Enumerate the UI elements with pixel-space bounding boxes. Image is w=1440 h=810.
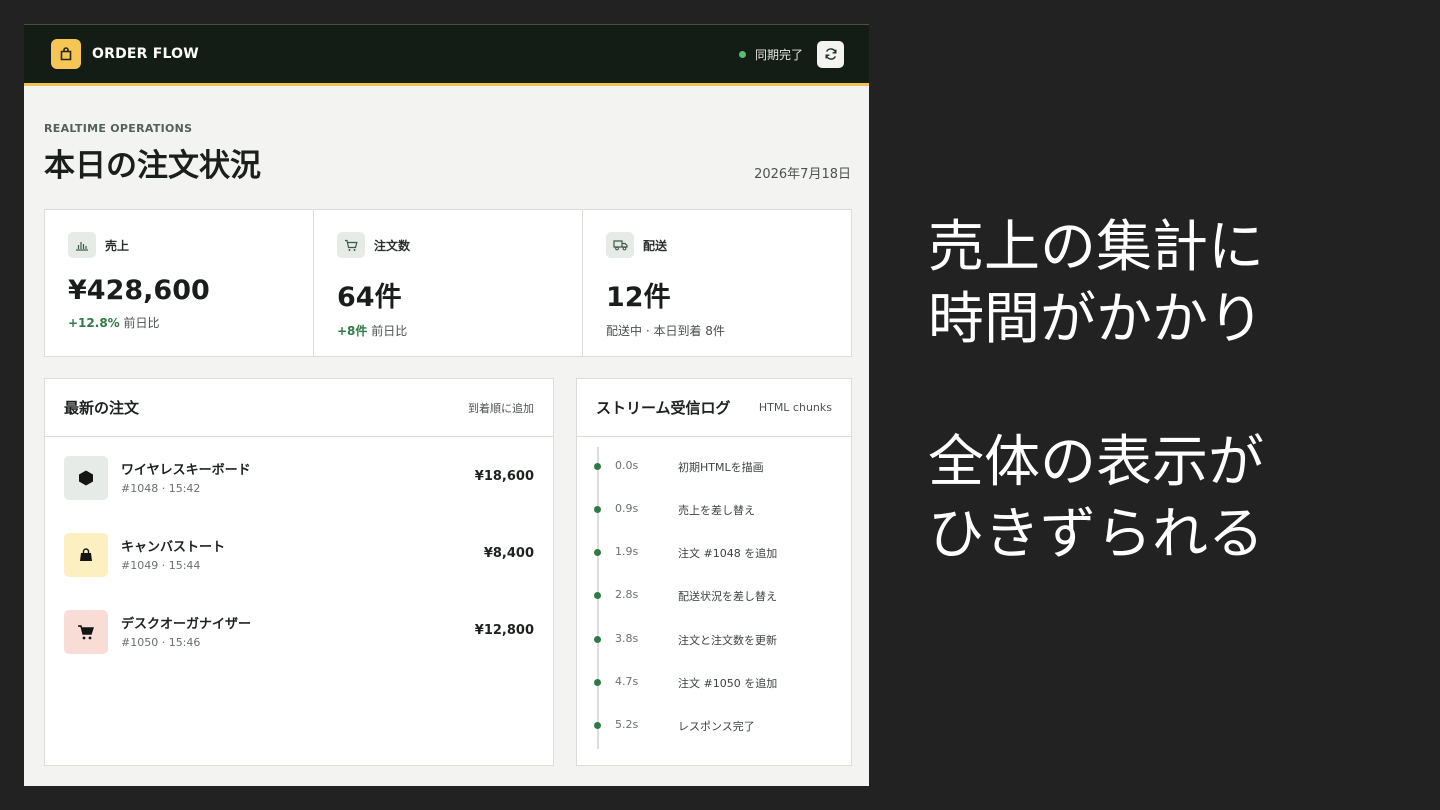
log-text: 初期HTMLを描画 (678, 461, 764, 474)
stream-log-panel: ストリーム受信ログ HTML chunks 0.0s 初期HTMLを描画 0.9… (576, 378, 852, 766)
stat-delta: +8件 (337, 324, 368, 338)
log-dot-icon (594, 506, 601, 513)
log-entry: 3.8s 注文と注文数を更新 (592, 632, 842, 648)
stat-value: 12件 (606, 282, 671, 313)
stat-sub: 前日比 (123, 316, 160, 330)
sync-status: 同期完了 (738, 46, 803, 63)
recent-orders-panel: 最新の注文 到着順に追加 ワイヤレスキーボード #1048 · 15:42 ¥1… (44, 378, 554, 766)
brand-name: ORDER FLOW (92, 46, 199, 62)
log-time: 0.9s (615, 502, 639, 515)
slide-caption-2: 全体の表示が ひきずられる (928, 427, 1264, 571)
stat-delta: +12.8% (68, 316, 120, 330)
order-price: ¥8,400 (483, 546, 534, 561)
log-entry: 5.2s レスポンス完了 (592, 718, 842, 734)
log-text: 注文と注文数を更新 (678, 634, 777, 647)
order-flow-app: ORDER FLOW 同期完了 REALTIME OPERATIONS 本日の注… (24, 24, 869, 786)
page-date: 2026年7月18日 (754, 167, 851, 182)
bar-chart-icon (68, 232, 96, 258)
log-text: 注文 #1050 を追加 (678, 677, 778, 690)
stat-label: 注文数 (374, 238, 411, 253)
order-name: ワイヤレスキーボード (121, 463, 251, 478)
bag-icon (64, 533, 108, 577)
order-row[interactable]: キャンバストート #1049 · 15:44 ¥8,400 (64, 533, 534, 577)
log-entry: 0.9s 売上を差し替え (592, 502, 842, 518)
log-text: 配送状況を差し替え (678, 590, 777, 603)
refresh-button[interactable] (817, 40, 844, 68)
caption-line: 売上の集計に (928, 215, 1264, 280)
log-dot-icon (594, 549, 601, 556)
stat-label: 配送 (643, 238, 668, 253)
stat-value: 64件 (337, 282, 402, 313)
log-dot-icon (594, 636, 601, 643)
refresh-icon (825, 48, 836, 60)
log-dot-icon (594, 463, 601, 470)
log-entry: 4.7s 注文 #1050 を追加 (592, 675, 842, 691)
caption-line: ひきずられる (928, 502, 1264, 567)
log-dot-icon (594, 679, 601, 686)
shopping-bag-icon (51, 39, 81, 69)
log-entry: 0.0s 初期HTMLを描画 (592, 459, 842, 475)
log-time: 4.7s (615, 675, 639, 688)
log-text: 注文 #1048 を追加 (678, 547, 778, 560)
stat-label: 売上 (105, 238, 130, 253)
stats-row: 売上 ¥428,600 +12.8% 前日比 注文数 64件 +8件 前日比 配… (44, 209, 852, 357)
log-time: 2.8s (615, 588, 639, 601)
truck-icon (606, 232, 634, 258)
log-time: 0.0s (615, 459, 639, 472)
stat-value: ¥428,600 (68, 275, 210, 306)
log-entry: 2.8s 配送状況を差し替え (592, 588, 842, 604)
caption-line: 全体の表示が (928, 430, 1264, 495)
panel-title: 最新の注文 (64, 399, 140, 417)
order-row[interactable]: デスクオーガナイザー #1050 · 15:46 ¥12,800 (64, 610, 534, 654)
hexagon-icon (64, 456, 108, 500)
caption-line: 時間がかかり (928, 287, 1264, 352)
log-dot-icon (594, 592, 601, 599)
order-meta: #1049 · 15:44 (121, 559, 201, 572)
cart-icon (64, 610, 108, 654)
log-text: レスポンス完了 (678, 720, 755, 733)
order-meta: #1050 · 15:46 (121, 636, 201, 649)
log-time: 1.9s (615, 545, 639, 558)
order-price: ¥12,800 (474, 623, 534, 638)
stat-card-sales: 売上 ¥428,600 +12.8% 前日比 (45, 210, 313, 356)
page-eyebrow: REALTIME OPERATIONS (44, 122, 193, 135)
order-price: ¥18,600 (474, 469, 534, 484)
sync-status-label: 同期完了 (754, 47, 803, 62)
log-text: 売上を差し替え (678, 504, 755, 517)
cart-icon (337, 232, 365, 258)
order-name: キャンバストート (121, 540, 226, 555)
log-time: 3.8s (615, 632, 639, 645)
order-row[interactable]: ワイヤレスキーボード #1048 · 15:42 ¥18,600 (64, 456, 534, 500)
top-bar: ORDER FLOW 同期完了 (24, 24, 869, 86)
stat-sub: 配送中 · 本日到着 8件 (606, 324, 725, 338)
order-name: デスクオーガナイザー (121, 617, 252, 632)
page-title: 本日の注文状況 (44, 148, 261, 184)
stat-sub: 前日比 (371, 324, 408, 338)
log-entry: 1.9s 注文 #1048 を追加 (592, 545, 842, 561)
slide-caption-1: 売上の集計に 時間がかかり (928, 212, 1264, 356)
stat-card-delivery: 配送 12件 配送中 · 本日到着 8件 (582, 210, 851, 356)
log-time: 5.2s (615, 718, 639, 731)
panel-note: 到着順に追加 (468, 401, 534, 415)
panel-note: HTML chunks (758, 401, 832, 414)
stat-card-orders: 注文数 64件 +8件 前日比 (313, 210, 582, 356)
status-dot-icon (738, 50, 746, 58)
log-dot-icon (594, 722, 601, 729)
order-meta: #1048 · 15:42 (121, 482, 201, 495)
panel-title: ストリーム受信ログ (596, 399, 731, 417)
